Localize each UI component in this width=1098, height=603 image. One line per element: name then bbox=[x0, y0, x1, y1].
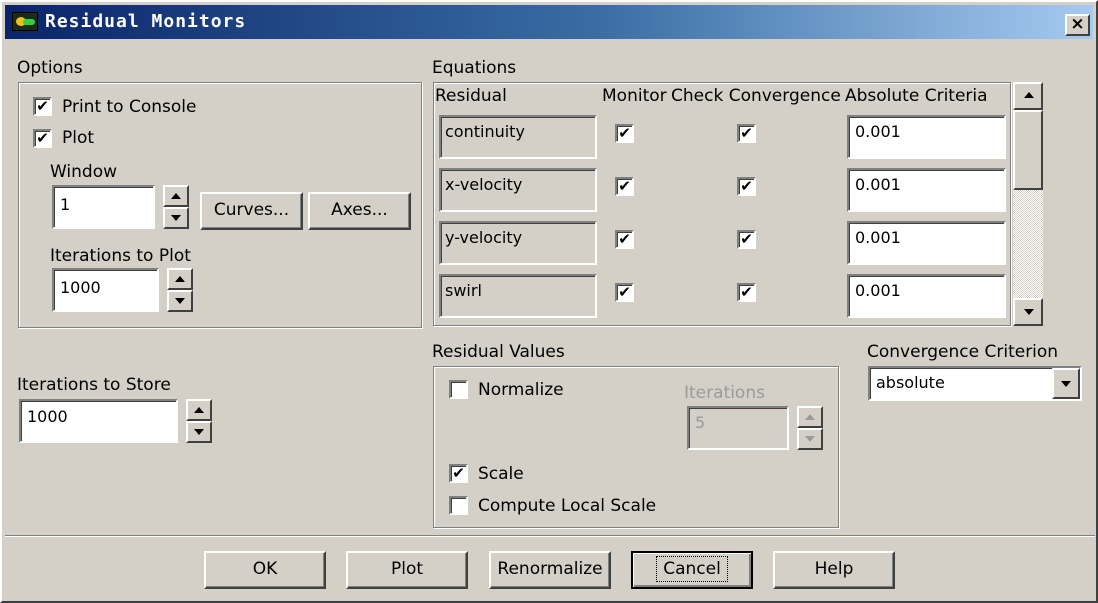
check-icon: ✔ bbox=[618, 177, 631, 195]
check-icon: ✔ bbox=[740, 124, 753, 142]
scroll-up-button[interactable] bbox=[1013, 82, 1043, 110]
iterations-to-store-spin-down[interactable] bbox=[186, 421, 212, 443]
monitor-checkbox[interactable]: ✔ bbox=[615, 230, 634, 249]
iterations-to-store-input[interactable]: 1000 bbox=[19, 399, 178, 443]
arrow-up-icon bbox=[175, 276, 185, 282]
scroll-thumb[interactable] bbox=[1013, 110, 1043, 190]
window-spin-up[interactable] bbox=[163, 185, 189, 207]
scroll-down-button[interactable] bbox=[1013, 298, 1043, 326]
dropdown-button[interactable] bbox=[1052, 368, 1080, 399]
arrow-down-icon bbox=[194, 429, 204, 435]
normalize-label: Normalize bbox=[478, 380, 564, 400]
footer-separator bbox=[5, 535, 1095, 537]
renormalize-button[interactable]: Renormalize bbox=[489, 551, 611, 589]
equations-scrollbar[interactable] bbox=[1013, 82, 1043, 326]
check-icon: ✔ bbox=[36, 97, 49, 115]
check-icon: ✔ bbox=[740, 230, 753, 248]
print-to-console-checkbox[interactable]: ✔ bbox=[33, 97, 52, 116]
check-icon: ✔ bbox=[452, 464, 465, 482]
compute-local-scale-checkbox[interactable] bbox=[449, 496, 468, 515]
check-icon: ✔ bbox=[740, 177, 753, 195]
iterations-to-plot-label: Iterations to Plot bbox=[50, 246, 191, 266]
monitor-checkbox[interactable]: ✔ bbox=[615, 283, 634, 302]
iterations-to-store-label: Iterations to Store bbox=[17, 375, 171, 395]
arrow-up-icon bbox=[171, 193, 181, 199]
check-convergence-header: Check Convergence bbox=[671, 86, 841, 106]
iterations-spin-down[interactable] bbox=[797, 428, 823, 450]
convergence-criterion-dropdown[interactable]: absolute bbox=[868, 366, 1082, 401]
axes-button[interactable]: Axes... bbox=[308, 192, 411, 230]
arrow-up-icon bbox=[805, 414, 815, 420]
plot-button[interactable]: Plot bbox=[346, 551, 468, 589]
check-convergence-checkbox[interactable]: ✔ bbox=[737, 283, 756, 302]
iterations-label: Iterations bbox=[684, 383, 765, 403]
check-icon: ✔ bbox=[740, 283, 753, 301]
check-icon: ✔ bbox=[36, 129, 49, 147]
equations-label: Equations bbox=[432, 58, 517, 78]
check-icon: ✔ bbox=[618, 230, 631, 248]
arrow-down-icon bbox=[175, 298, 185, 304]
monitor-header: Monitor bbox=[602, 86, 667, 106]
convergence-criterion-label: Convergence Criterion bbox=[867, 342, 1059, 362]
plot-label: Plot bbox=[62, 128, 95, 148]
arrow-down-icon bbox=[171, 215, 181, 221]
residual-monitors-dialog: Residual Monitors × Options ✔ Print to C… bbox=[0, 0, 1098, 603]
iterations-spinner bbox=[797, 406, 823, 450]
iterations-to-plot-spinner bbox=[167, 268, 193, 312]
iterations-to-store-spinner bbox=[186, 399, 212, 443]
iterations-input[interactable]: 5 bbox=[687, 406, 789, 450]
absolute-criteria-input[interactable]: 0.001 bbox=[847, 221, 1006, 265]
options-label: Options bbox=[17, 58, 83, 78]
arrow-up-icon bbox=[194, 407, 204, 413]
residual-name: swirl bbox=[439, 274, 597, 318]
iterations-to-plot-spin-up[interactable] bbox=[167, 268, 193, 290]
window-label: Window bbox=[50, 162, 118, 182]
cancel-button[interactable]: Cancel bbox=[631, 551, 753, 589]
absolute-criteria-input[interactable]: 0.001 bbox=[847, 115, 1006, 159]
residual-values-label: Residual Values bbox=[432, 342, 565, 362]
arrow-down-icon bbox=[1024, 309, 1034, 315]
print-to-console-label: Print to Console bbox=[62, 97, 197, 117]
convergence-criterion-value: absolute bbox=[876, 373, 945, 392]
check-icon: ✔ bbox=[618, 283, 631, 301]
iterations-to-plot-input[interactable]: 1000 bbox=[52, 268, 159, 312]
iterations-to-store-spin-up[interactable] bbox=[186, 399, 212, 421]
normalize-checkbox[interactable] bbox=[449, 380, 468, 399]
ok-button[interactable]: OK bbox=[204, 551, 326, 589]
residual-header: Residual bbox=[435, 86, 507, 106]
compute-local-scale-label: Compute Local Scale bbox=[478, 496, 657, 516]
iterations-spin-up[interactable] bbox=[797, 406, 823, 428]
app-icon bbox=[12, 12, 38, 31]
arrow-down-icon bbox=[805, 436, 815, 442]
scale-checkbox[interactable]: ✔ bbox=[449, 464, 468, 483]
scale-label: Scale bbox=[478, 464, 524, 484]
curves-button[interactable]: Curves... bbox=[200, 192, 303, 230]
title-bar[interactable]: Residual Monitors × bbox=[5, 5, 1093, 39]
window-spinner bbox=[163, 185, 189, 229]
absolute-criteria-input[interactable]: 0.001 bbox=[847, 274, 1006, 318]
chevron-down-icon bbox=[1061, 381, 1071, 387]
absolute-criteria-header: Absolute Criteria bbox=[845, 86, 988, 106]
check-icon: ✔ bbox=[618, 124, 631, 142]
cancel-button-label: Cancel bbox=[656, 556, 728, 582]
absolute-criteria-input[interactable]: 0.001 bbox=[847, 168, 1006, 212]
arrow-up-icon bbox=[1024, 92, 1034, 98]
plot-checkbox[interactable]: ✔ bbox=[33, 129, 52, 148]
monitor-checkbox[interactable]: ✔ bbox=[615, 124, 634, 143]
check-convergence-checkbox[interactable]: ✔ bbox=[737, 124, 756, 143]
check-convergence-checkbox[interactable]: ✔ bbox=[737, 177, 756, 196]
help-button[interactable]: Help bbox=[773, 551, 895, 589]
residual-name: continuity bbox=[439, 115, 597, 159]
residual-name: x-velocity bbox=[439, 168, 597, 212]
iterations-to-plot-spin-down[interactable] bbox=[167, 290, 193, 312]
window-input[interactable]: 1 bbox=[52, 185, 155, 229]
monitor-checkbox[interactable]: ✔ bbox=[615, 177, 634, 196]
residual-name: y-velocity bbox=[439, 221, 597, 265]
check-convergence-checkbox[interactable]: ✔ bbox=[737, 230, 756, 249]
close-button[interactable]: × bbox=[1065, 14, 1090, 36]
window-title: Residual Monitors bbox=[45, 11, 247, 32]
window-spin-down[interactable] bbox=[163, 207, 189, 229]
